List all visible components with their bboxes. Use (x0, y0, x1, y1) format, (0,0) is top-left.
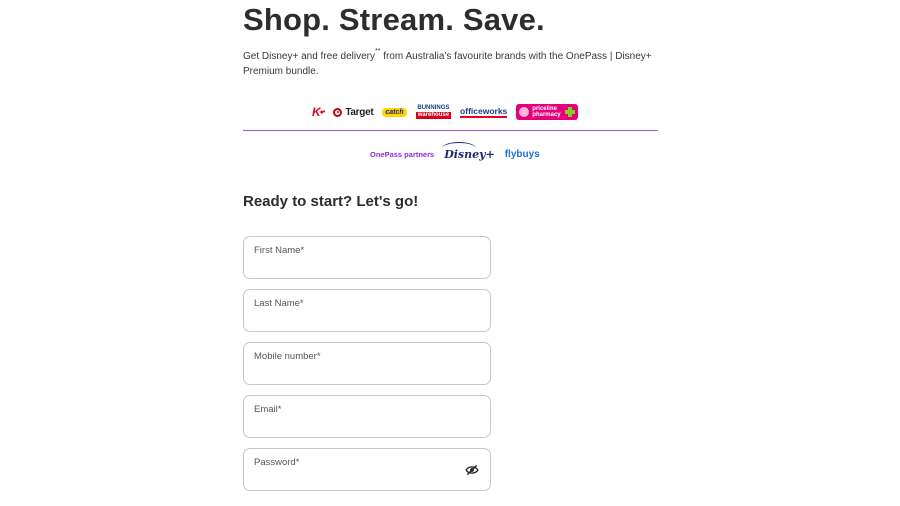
password-input[interactable] (253, 470, 443, 486)
mobile-number-input[interactable] (253, 364, 453, 380)
mobile-number-label: Mobile number* (254, 351, 321, 362)
target-logo-text: Target (345, 106, 374, 118)
officeworks-logo: officeworks (460, 105, 508, 118)
priceline-logo: priceline pharmacy (516, 104, 579, 120)
bunnings-logo: BUNNINGS warehouse (415, 105, 452, 119)
password-field[interactable]: Password* (243, 448, 491, 491)
onepass-partners: OnePass partners Disney+ flybuys (370, 141, 540, 166)
partners-label: OnePass partners (370, 149, 435, 159)
bunnings-logo-bottom: warehouse (415, 112, 452, 119)
last-name-input[interactable] (253, 311, 453, 327)
hero-subtext: Get Disney+ and free delivery** from Aus… (243, 48, 663, 79)
first-name-field[interactable]: First Name* (243, 236, 491, 279)
flybuys-logo: flybuys (504, 148, 540, 160)
last-name-field[interactable]: Last Name* (243, 289, 491, 332)
last-name-label: Last Name* (254, 298, 304, 309)
mobile-number-field[interactable]: Mobile number* (243, 342, 491, 385)
target-logo: Target (333, 106, 374, 118)
subtext-part-1: Get Disney+ and free delivery (243, 51, 376, 62)
eye-off-icon[interactable] (465, 464, 479, 476)
kmart-logo: K ●• (312, 105, 325, 119)
disney-plus-logo: Disney+ (442, 141, 495, 161)
first-name-input[interactable] (253, 258, 453, 274)
form-title: Ready to start? Let's go! (243, 193, 419, 210)
brand-logos: K ●• Target catch BUNNINGS warehouse offic… (312, 103, 579, 121)
priceline-flower-icon (519, 107, 530, 117)
kmart-logo-text: K (312, 105, 321, 119)
email-field[interactable]: Email* (243, 395, 491, 438)
bunnings-logo-top: BUNNINGS (417, 105, 450, 111)
password-label: Password* (254, 457, 300, 468)
pharmacy-cross-icon (565, 107, 576, 117)
catch-logo: catch (382, 107, 407, 117)
email-input[interactable] (253, 417, 453, 433)
priceline-logo-text: priceline pharmacy (532, 106, 561, 118)
email-label: Email* (254, 404, 282, 415)
first-name-label: First Name* (254, 245, 305, 256)
hero-headline: Shop. Stream. Save. (243, 2, 545, 37)
target-bullseye-icon (333, 107, 343, 117)
section-divider (243, 130, 658, 131)
